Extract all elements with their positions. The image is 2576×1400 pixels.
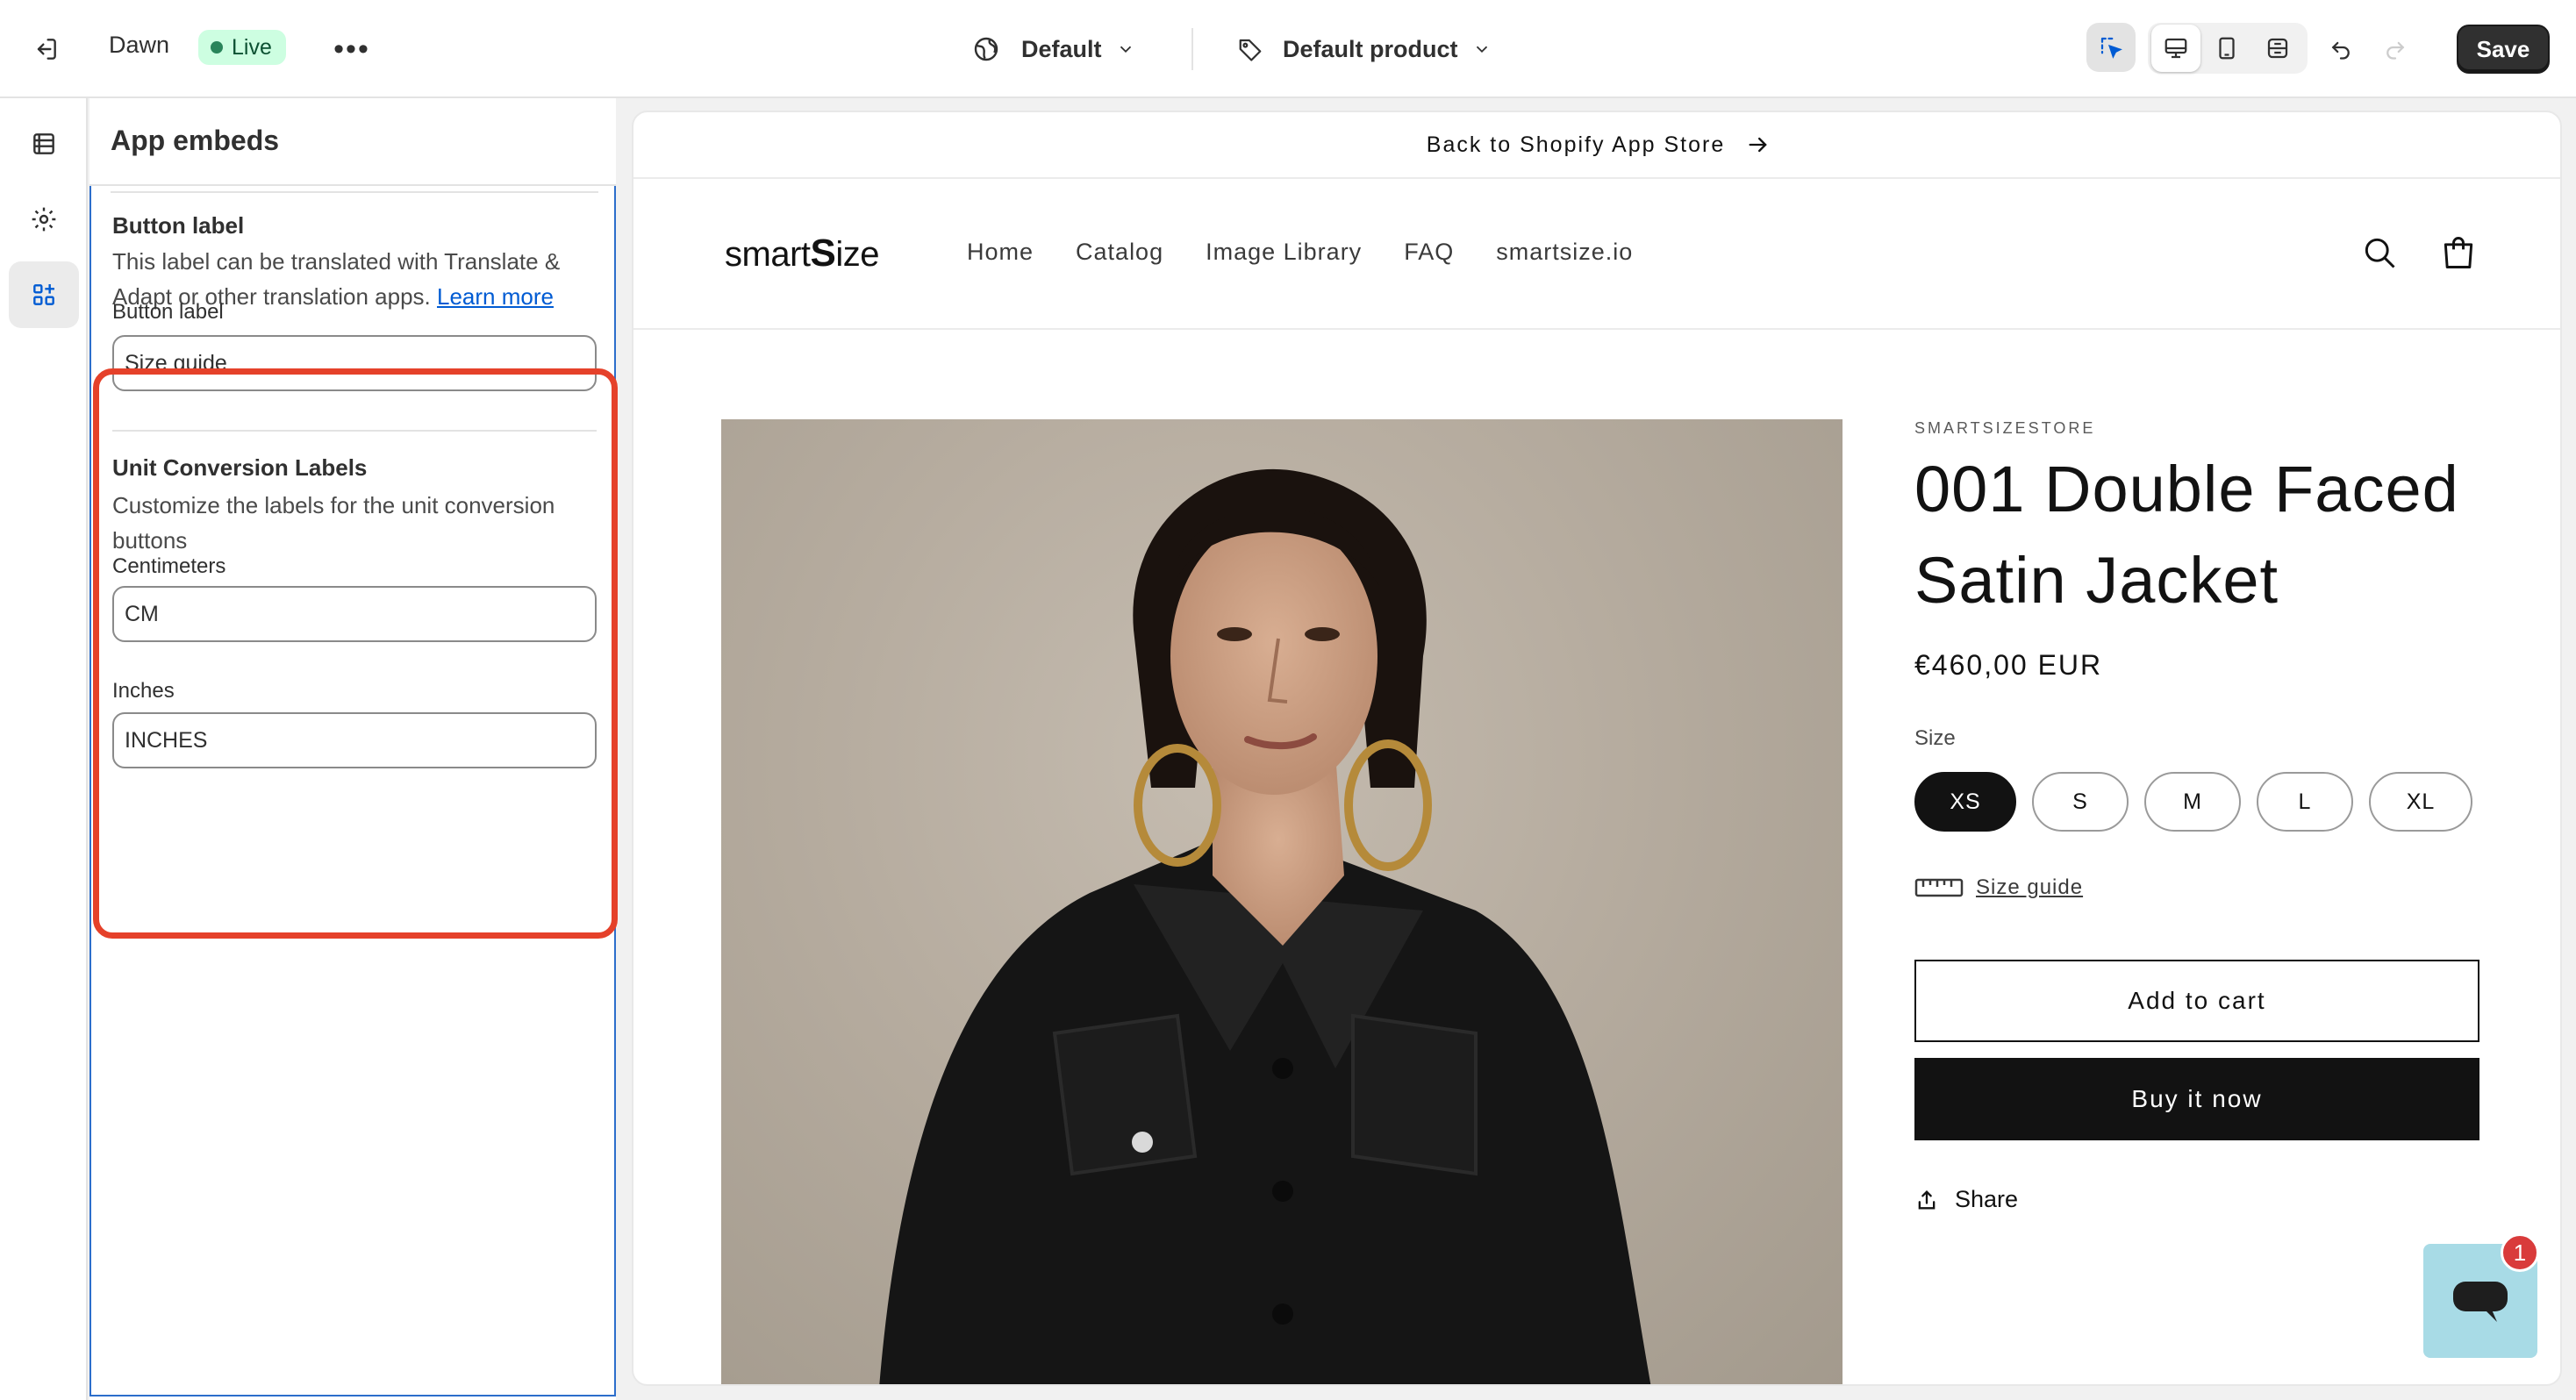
inches-input[interactable] (112, 712, 597, 768)
store-logo[interactable]: smartSize (725, 232, 879, 275)
sections-nav-button[interactable] (9, 111, 79, 177)
size-option-s[interactable]: S (2032, 772, 2129, 832)
inspector-toggle-button[interactable] (2086, 23, 2136, 72)
product-image[interactable] (721, 419, 1843, 1384)
tag-icon (1239, 39, 1262, 61)
live-status-badge: Live (198, 30, 286, 65)
exit-icon (37, 39, 56, 60)
app-embed-settings: Button label This label can be translate… (89, 186, 616, 1396)
editor-rail (0, 98, 88, 1400)
chevron-down-icon (1120, 46, 1131, 54)
live-dot-icon (211, 41, 223, 54)
button-label-field-label: Button label (112, 300, 224, 324)
buy-it-now-button[interactable]: Buy it now (1914, 1058, 2479, 1140)
store-header: smartSize Home Catalog Image Library FAQ… (633, 179, 2560, 330)
size-option-xs[interactable]: XS (1914, 772, 2016, 832)
share-button[interactable]: Share (1914, 1186, 2018, 1213)
size-option-label: Size (1914, 726, 1956, 750)
exit-button[interactable] (26, 30, 65, 68)
save-button[interactable]: Save (2457, 25, 2550, 74)
panel-title: App embeds (111, 125, 280, 156)
viewport-toggle-group (2148, 23, 2308, 74)
announcement-bar[interactable]: Back to Shopify App Store (633, 112, 2560, 179)
mobile-icon (2219, 37, 2235, 60)
nav-home[interactable]: Home (967, 239, 1034, 266)
centimeters-input[interactable] (112, 586, 597, 642)
field-divider (112, 430, 597, 432)
undo-icon (2331, 41, 2350, 60)
globe-icon (974, 37, 998, 61)
app-embeds-nav-button[interactable] (9, 261, 79, 328)
nav-image-library[interactable]: Image Library (1206, 239, 1362, 266)
theme-name: Dawn (109, 32, 170, 58)
search-button[interactable] (2358, 232, 2401, 274)
section-divider (111, 191, 598, 193)
market-selector-label: Default (1021, 35, 1102, 62)
app-embeds-panel: App embeds Button label This label can b… (89, 98, 616, 1400)
centimeters-field-label: Centimeters (112, 554, 226, 578)
settings-icon (32, 207, 56, 232)
nav-smartsize[interactable]: smartsize.io (1496, 239, 1633, 266)
cart-icon (2444, 237, 2473, 268)
top-bar: Dawn Live ••• Default Default product Sa… (0, 0, 2576, 98)
learn-more-link[interactable]: Learn more (437, 283, 554, 310)
size-guide-link[interactable]: Size guide (1914, 875, 2083, 900)
template-selector[interactable]: Default product (1237, 26, 1492, 72)
logo-mark: S (810, 232, 836, 275)
announcement-text: Back to Shopify App Store (1426, 132, 1726, 157)
ruler-icon (1914, 878, 1964, 897)
button-label-input[interactable] (112, 335, 597, 391)
logo-suffix: ize (835, 235, 879, 274)
product-price: €460,00 EUR (1914, 649, 2103, 681)
chat-icon (2453, 1282, 2508, 1322)
add-to-cart-button[interactable]: Add to cart (1914, 960, 2479, 1042)
apps-icon (33, 284, 54, 305)
undo-button[interactable] (2316, 23, 2365, 72)
size-option-xl[interactable]: XL (2369, 772, 2472, 832)
inches-field-label: Inches (112, 679, 175, 703)
chat-notification-badge: 1 (2501, 1233, 2539, 1272)
size-option-l[interactable]: L (2257, 772, 2353, 832)
fullscreen-view-button[interactable] (2253, 25, 2302, 72)
storefront-preview: Back to Shopify App Store smartSize Home… (632, 111, 2562, 1386)
desktop-icon (2165, 38, 2187, 59)
theme-settings-nav-button[interactable] (9, 186, 79, 253)
logo-prefix: smart (725, 235, 811, 274)
nav-catalog[interactable]: Catalog (1076, 239, 1163, 266)
template-selector-label: Default product (1283, 35, 1458, 62)
share-text: Share (1955, 1186, 2019, 1212)
share-icon (1918, 1189, 1936, 1209)
panel-header: App embeds (89, 98, 616, 186)
redo-icon (2386, 41, 2405, 60)
more-actions-button[interactable]: ••• (332, 30, 372, 68)
fullscreen-icon (2267, 38, 2288, 59)
store-nav: Home Catalog Image Library FAQ smartsize… (967, 239, 1633, 266)
size-guide-text: Size guide (1976, 875, 2084, 899)
product-vendor: SMARTSIZESTORE (1914, 419, 2096, 437)
unit-conversion-heading: Unit Conversion Labels (112, 454, 368, 481)
desktop-view-button[interactable] (2151, 25, 2200, 72)
toolbar-divider (1191, 28, 1193, 70)
size-options: XS S M L XL (1914, 772, 2472, 832)
arrow-right-icon (1749, 137, 1768, 153)
chevron-down-icon (1476, 46, 1487, 54)
live-status-text: Live (232, 34, 272, 60)
market-selector[interactable]: Default (972, 26, 1135, 72)
search-icon (2365, 238, 2395, 268)
unit-conversion-help: Customize the labels for the unit conver… (112, 492, 555, 554)
size-option-m[interactable]: M (2144, 772, 2241, 832)
sections-icon (33, 133, 54, 154)
model-illustration (879, 468, 1651, 1384)
inspector-icon (2100, 37, 2122, 59)
button-label-heading: Button label (112, 212, 245, 239)
cart-button[interactable] (2437, 232, 2479, 274)
redo-button[interactable] (2371, 23, 2420, 72)
mobile-view-button[interactable] (2202, 25, 2251, 72)
product-title: 001 Double Faced Satin Jacket (1914, 453, 2459, 617)
nav-faq[interactable]: FAQ (1404, 239, 1454, 266)
